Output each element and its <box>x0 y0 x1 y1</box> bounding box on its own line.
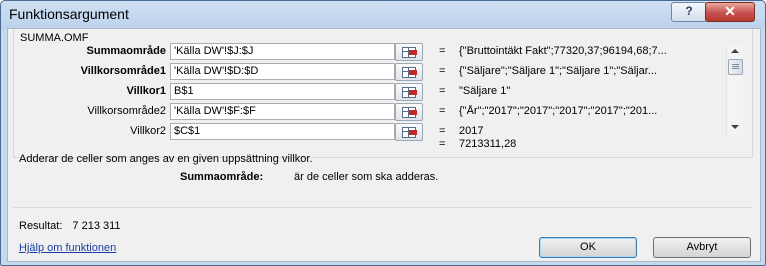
close-button[interactable]: ✕ <box>705 2 755 22</box>
argument-row-villkor1: Villkor1 B$1 = "Säljare 1" <box>14 83 752 101</box>
villkorsomrade1-input[interactable]: 'Källa DW'!$D:$D <box>170 63 395 80</box>
result-label: Resultat: <box>19 220 63 232</box>
range-select-button[interactable] <box>395 43 423 61</box>
result-value: 7 213 311 <box>72 220 121 232</box>
question-icon: ? <box>685 4 693 18</box>
argument-value: {"Bruttointäkt Fakt";77320,37;96194,68;7… <box>459 45 667 57</box>
villkor1-input[interactable]: B$1 <box>170 83 395 100</box>
range-select-button[interactable] <box>395 123 423 141</box>
range-arrow-icon <box>409 110 417 115</box>
parameter-name: Summaområde: <box>180 171 264 183</box>
range-arrow-icon <box>409 130 417 135</box>
argument-label: Villkor2 <box>130 125 166 137</box>
ok-button[interactable]: OK <box>539 237 637 258</box>
equals-sign: = <box>439 105 446 117</box>
equals-sign: = <box>439 45 446 57</box>
argument-value: 2017 <box>459 125 484 137</box>
grip-line <box>732 64 739 65</box>
close-icon: ✕ <box>724 3 736 19</box>
villkorsomrade2-input[interactable]: 'Källa DW'!$F:$F <box>170 103 395 120</box>
villkor2-input[interactable]: $C$1 <box>170 123 395 140</box>
cancel-button[interactable]: Avbryt <box>653 237 751 258</box>
argument-label: Villkorsområde1 <box>80 65 166 77</box>
range-select-button[interactable] <box>395 103 423 121</box>
scroll-down-arrow-icon[interactable] <box>731 125 739 129</box>
dialog-title: Funktionsargument <box>9 6 129 22</box>
argument-value: {"År";"2017";"2017";"2017";"2017";"201..… <box>459 105 658 117</box>
title-bar[interactable]: Funktionsargument ? ✕ <box>1 1 765 28</box>
argument-row-villkorsomrade2: Villkorsområde2 'Källa DW'!$F:$F = {"År"… <box>14 103 752 121</box>
summaomrade-input[interactable]: 'Källa DW'!$J:$J <box>170 43 395 60</box>
help-button[interactable]: ? <box>671 2 707 22</box>
scroll-up-arrow-icon[interactable] <box>731 49 739 53</box>
equals-sign: = <box>439 65 446 77</box>
dialog-body: SUMMA.OMF Summaområde 'Källa DW'!$J:$J =… <box>7 28 761 262</box>
argument-label: Villkorsområde2 <box>87 105 166 117</box>
argument-value: {"Säljare";"Säljare 1";"Säljare 1";"Sälj… <box>459 65 657 77</box>
argument-row-summaomrade: Summaområde 'Källa DW'!$J:$J = {"Bruttoi… <box>14 43 752 61</box>
argument-value: "Säljare 1" <box>459 85 511 97</box>
argument-label: Villkor1 <box>126 85 166 97</box>
argument-row-villkor2: Villkor2 $C$1 = 2017 <box>14 123 752 141</box>
divider <box>13 207 753 208</box>
function-description: Adderar de celler som anges av en given … <box>19 153 313 165</box>
argument-row-villkorsomrade1: Villkorsområde1 'Källa DW'!$D:$D = {"Säl… <box>14 63 752 81</box>
formula-result-value: 7213311,28 <box>459 138 517 150</box>
argument-label: Summaområde <box>86 45 166 57</box>
arguments-group: SUMMA.OMF Summaområde 'Källa DW'!$J:$J =… <box>13 29 753 158</box>
arguments-scrollbar[interactable] <box>726 45 743 135</box>
range-select-button[interactable] <box>395 83 423 101</box>
parameter-description: är de celler som ska adderas. <box>294 171 439 183</box>
grip-line <box>732 66 739 67</box>
equals-sign: = <box>439 85 446 97</box>
range-arrow-icon <box>409 90 417 95</box>
range-arrow-icon <box>409 70 417 75</box>
grip-line <box>732 68 739 69</box>
result-line: Resultat: 7 213 311 <box>19 220 121 232</box>
function-arguments-dialog: Funktionsargument ? ✕ SUMMA.OMF Summaomr… <box>0 0 766 266</box>
scroll-thumb[interactable] <box>728 59 743 75</box>
equals-sign: = <box>439 125 446 137</box>
range-arrow-icon <box>409 50 417 55</box>
range-select-button[interactable] <box>395 63 423 81</box>
function-help-link[interactable]: Hjälp om funktionen <box>19 242 116 254</box>
formula-result-equals: = <box>439 138 446 150</box>
